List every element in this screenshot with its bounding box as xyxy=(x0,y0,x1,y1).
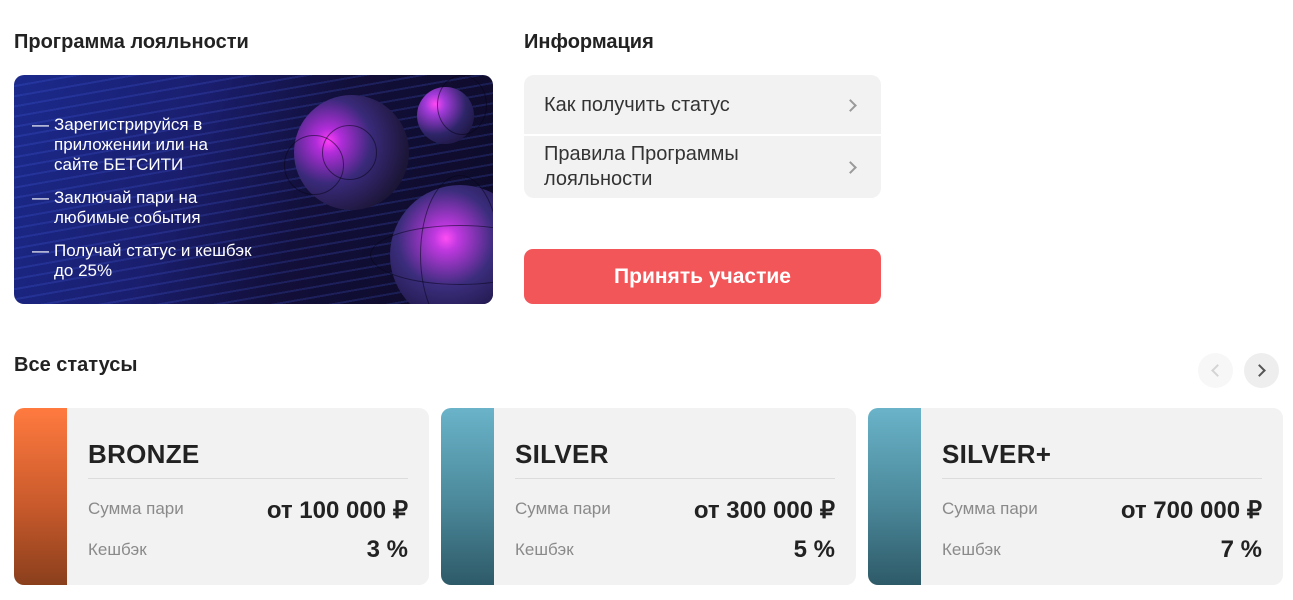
chevron-right-icon xyxy=(1253,364,1266,377)
banner-item: Получай статус и кешбэк до 25% xyxy=(32,241,252,281)
cashback-value: 7 % xyxy=(1220,536,1262,563)
divider xyxy=(942,478,1262,479)
cashback-value: 5 % xyxy=(793,536,835,563)
tennis-ball-illustration xyxy=(417,75,487,144)
status-color-stripe xyxy=(14,408,67,585)
chevron-left-icon xyxy=(1211,364,1224,377)
next-button[interactable] xyxy=(1244,353,1279,388)
divider xyxy=(88,478,408,479)
status-card-silver-plus: SILVER+ Сумма пари от 700 000 ₽ Кешбэк 7… xyxy=(868,408,1283,585)
info-links: Как получить статус Правила Программы ло… xyxy=(524,75,881,198)
statuses-title: Все статусы xyxy=(14,354,138,376)
join-button[interactable]: Принять участие xyxy=(524,249,881,304)
cashback-value: 3 % xyxy=(366,536,408,563)
status-card-silver: SILVER Сумма пари от 300 000 ₽ Кешбэк 5 … xyxy=(441,408,856,585)
status-name: BRONZE xyxy=(88,439,200,469)
banner-item: Зарегистрируйся в приложении или на сайт… xyxy=(32,115,252,175)
link-label: Как получить статус xyxy=(544,94,730,116)
status-name: SILVER xyxy=(515,439,609,469)
loyalty-title: Программа лояльности xyxy=(14,31,249,53)
cashback-label: Кешбэк xyxy=(942,540,1001,559)
banner-item: Заключай пари на любимые события xyxy=(32,188,252,228)
soccer-ball-illustration xyxy=(284,95,409,210)
program-rules-link[interactable]: Правила Программы лояльности xyxy=(524,136,881,198)
sum-value: от 300 000 ₽ xyxy=(693,497,835,524)
sum-value: от 100 000 ₽ xyxy=(266,497,408,524)
sum-label: Сумма пари xyxy=(515,499,611,518)
how-to-get-status-link[interactable]: Как получить статус xyxy=(524,75,881,136)
cashback-label: Кешбэк xyxy=(88,540,147,559)
divider xyxy=(515,478,835,479)
info-title: Информация xyxy=(524,31,654,53)
basketball-illustration xyxy=(370,175,493,304)
status-card-bronze: BRONZE Сумма пари от 100 000 ₽ Кешбэк 3 … xyxy=(14,408,429,585)
status-color-stripe xyxy=(868,408,921,585)
sum-label: Сумма пари xyxy=(942,499,1038,518)
link-label: Правила Программы лояльности xyxy=(544,143,739,190)
sum-label: Сумма пари xyxy=(88,499,184,518)
chevron-right-icon xyxy=(844,161,857,174)
loyalty-banner: Зарегистрируйся в приложении или на сайт… xyxy=(14,75,493,304)
prev-button[interactable] xyxy=(1198,353,1233,388)
sum-value: от 700 000 ₽ xyxy=(1120,497,1262,524)
chevron-right-icon xyxy=(844,99,857,112)
status-name: SILVER+ xyxy=(942,439,1052,469)
cashback-label: Кешбэк xyxy=(515,540,574,559)
banner-list: Зарегистрируйся в приложении или на сайт… xyxy=(32,115,252,294)
status-color-stripe xyxy=(441,408,494,585)
